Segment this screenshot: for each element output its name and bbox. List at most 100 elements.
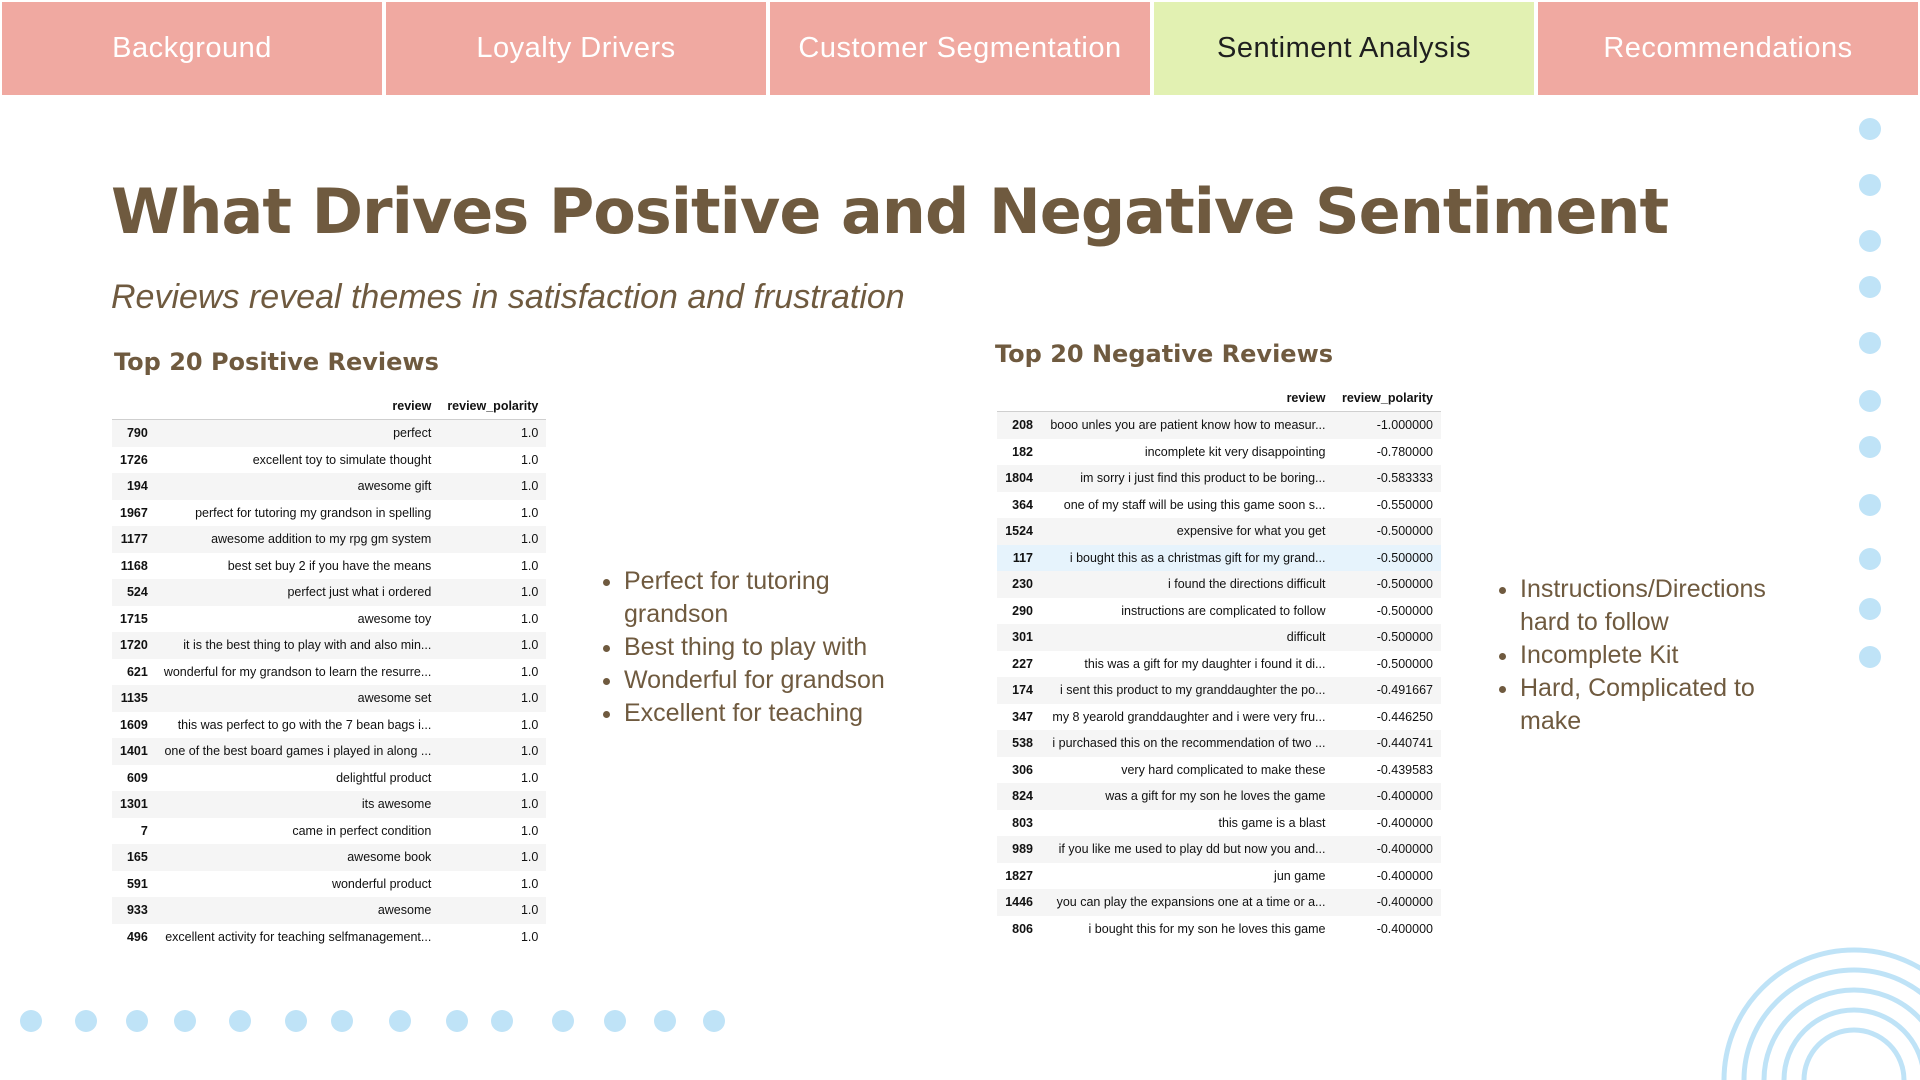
- polarity-value: -0.780000: [1376, 444, 1433, 459]
- table-row: 174 i sent this product to my granddaught…: [997, 677, 1441, 704]
- polarity-value: 1.0: [439, 473, 547, 500]
- table-row: 1401 one of the best board games i played…: [112, 738, 547, 765]
- decorative-dot: [1859, 230, 1881, 252]
- decorative-dot: [1859, 332, 1881, 354]
- review-text: awesome book: [155, 844, 440, 871]
- polarity-value: -0.583333: [1333, 465, 1441, 492]
- polarity-value: -0.500000: [1333, 518, 1441, 545]
- table-row: 1177 awesome addition to my rpg gm system…: [112, 526, 547, 553]
- review-text: was a gift for my son he loves the game: [1041, 783, 1334, 810]
- review-text: my 8 yearold granddaughter and i were ve…: [1052, 709, 1326, 724]
- row-index: 1168: [120, 558, 148, 573]
- tab-customer-segmentation[interactable]: Customer Segmentation: [770, 2, 1150, 95]
- polarity-value: 1.0: [439, 738, 547, 765]
- table-row: 117 i bought this as a christmas gift for…: [997, 544, 1441, 571]
- review-text: awesome: [155, 897, 440, 924]
- polarity-value: 1.0: [520, 558, 539, 573]
- review-text: awesome addition to my rpg gm system: [155, 526, 440, 553]
- row-index: 1726: [120, 452, 148, 467]
- review-text: perfect for tutoring my grandson in spel…: [195, 505, 432, 520]
- review-text: wonderful product: [331, 876, 432, 891]
- tab-loyalty-drivers[interactable]: Loyalty Drivers: [386, 2, 766, 95]
- polarity-value: 1.0: [439, 791, 547, 818]
- review-text: perfect: [155, 419, 440, 447]
- row-index: 194: [112, 473, 156, 500]
- row-index: 230: [997, 571, 1041, 598]
- tab-recommendations[interactable]: Recommendations: [1538, 2, 1918, 95]
- table-row: 1726 excellent toy to simulate thought 1.0: [112, 447, 546, 474]
- polarity-value: 1.0: [520, 929, 539, 944]
- page-title: What Drives Positive and Negative Sentim…: [111, 175, 1669, 248]
- polarity-value: 1.0: [520, 664, 539, 679]
- decorative-dot: [389, 1010, 411, 1032]
- table-row: 227 this was a gift for my daughter i fou…: [997, 651, 1441, 678]
- decorative-dot: [20, 1010, 42, 1032]
- row-index: 1301: [112, 791, 156, 818]
- table-row: 1524 expensive for what you get -0.500000: [997, 518, 1441, 545]
- table-row: 1720 it is the best thing to play with an…: [112, 632, 547, 659]
- row-index: 301: [997, 624, 1041, 651]
- table-row: 165 awesome book 1.0: [112, 844, 547, 871]
- row-index: 364: [1012, 497, 1033, 512]
- row-index: 609: [126, 770, 148, 785]
- polarity-value: -0.400000: [1376, 921, 1433, 936]
- table-row: 989 if you like me used to play dd but no…: [997, 836, 1441, 863]
- review-text: i sent this product to my granddaughter …: [1041, 677, 1334, 704]
- decorative-dot: [654, 1010, 676, 1032]
- polarity-value: -0.446250: [1376, 709, 1433, 724]
- polarity-value: -0.439583: [1376, 762, 1433, 777]
- table-row: 1804 im sorry i just find this product to…: [997, 465, 1441, 492]
- review-text: very hard complicated to make these: [1121, 762, 1326, 777]
- row-index: 496: [126, 929, 148, 944]
- polarity-value: -0.500000: [1376, 603, 1433, 618]
- positive-reviews-table: review review_polarity 790 perfect 1.0 1726…: [112, 393, 547, 950]
- decorative-dot: [1859, 118, 1881, 140]
- row-index: 1524: [997, 518, 1041, 545]
- review-column-header: review: [155, 393, 440, 420]
- review-text: came in perfect condition: [292, 823, 432, 838]
- review-text: difficult: [1041, 624, 1334, 651]
- negative-reviews-heading: Top 20 Negative Reviews: [995, 340, 1334, 368]
- row-index: 806: [1012, 921, 1033, 936]
- table-row: 524 perfect just what i ordered 1.0: [112, 579, 547, 606]
- decorative-dot: [1859, 390, 1881, 412]
- review-text: best set buy 2 if you have the means: [227, 558, 432, 573]
- polarity-value: 1.0: [520, 505, 539, 520]
- polarity-column-header: review_polarity: [1333, 385, 1441, 412]
- row-index: 1720: [112, 632, 156, 659]
- decorative-dot: [229, 1010, 251, 1032]
- review-text: it is the best thing to play with and al…: [155, 632, 440, 659]
- polarity-value: -0.400000: [1333, 783, 1441, 810]
- decorative-dot: [126, 1010, 148, 1032]
- decorative-dot: [1859, 494, 1881, 516]
- review-text: awesome gift: [155, 473, 440, 500]
- polarity-value: 1.0: [439, 632, 547, 659]
- review-column-header: review: [1041, 385, 1334, 412]
- review-text: you can play the expansions one at a tim…: [1041, 889, 1334, 916]
- review-text: i found the directions difficult: [1041, 571, 1334, 598]
- row-index: 1135: [112, 685, 156, 712]
- row-index: 1609: [120, 717, 148, 732]
- polarity-value: -0.500000: [1333, 624, 1441, 651]
- review-text: this game is a blast: [1218, 815, 1326, 830]
- row-index: 621: [126, 664, 148, 679]
- row-index: 227: [1012, 656, 1033, 671]
- theme-bullet: Incomplete Kit: [1520, 639, 1820, 672]
- tab-sentiment-analysis[interactable]: Sentiment Analysis: [1154, 2, 1534, 95]
- decorative-dot: [552, 1010, 574, 1032]
- row-index: 1804: [997, 465, 1041, 492]
- theme-bullet: Hard, Complicated to make: [1520, 672, 1820, 738]
- positive-themes-list: Perfect for tutoring grandsonBest thing …: [600, 565, 924, 730]
- polarity-value: -0.400000: [1333, 889, 1441, 916]
- table-row: 1301 its awesome 1.0: [112, 791, 547, 818]
- review-text: expensive for what you get: [1041, 518, 1334, 545]
- polarity-value: -0.491667: [1333, 677, 1441, 704]
- table-row: 790 perfect 1.0: [112, 419, 547, 447]
- decorative-dot: [331, 1010, 353, 1032]
- index-header: [112, 393, 156, 420]
- review-text: excellent toy to simulate thought: [252, 452, 432, 467]
- polarity-value: -1.000000: [1333, 411, 1441, 439]
- review-text: jun game: [1274, 868, 1326, 883]
- tab-background[interactable]: Background: [2, 2, 382, 95]
- row-index: 347: [1012, 709, 1033, 724]
